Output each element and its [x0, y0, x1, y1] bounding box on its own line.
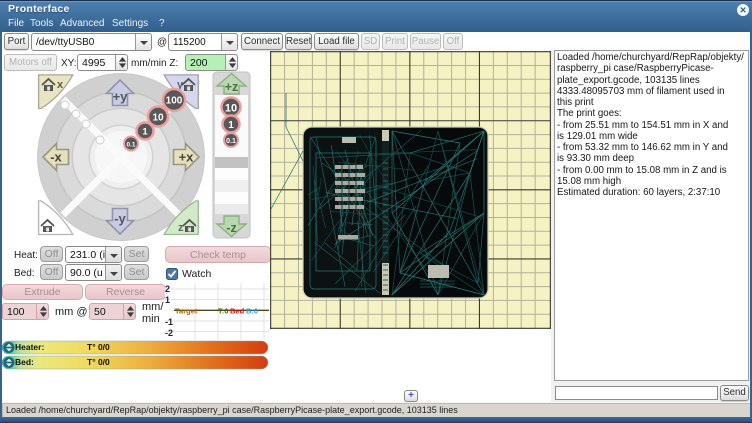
svg-text:T° 0/0: T° 0/0	[87, 342, 110, 352]
svg-text:1: 1	[165, 295, 170, 305]
svg-text:+z: +z	[225, 80, 239, 94]
svg-text:Target: Target	[175, 307, 198, 316]
svg-text:-1: -1	[165, 317, 173, 327]
svg-text:-y: -y	[114, 211, 126, 226]
svg-text:100: 100	[166, 96, 183, 107]
svg-text:1: 1	[142, 127, 148, 138]
svg-text:1: 1	[228, 120, 234, 131]
svg-text:T° 0/0: T° 0/0	[87, 357, 110, 367]
svg-text:-2: -2	[165, 328, 173, 338]
svg-text:Bed:: Bed:	[15, 357, 34, 367]
svg-text:+y: +y	[113, 89, 129, 104]
svg-text:2: 2	[165, 284, 170, 294]
svg-text:+x: +x	[179, 150, 195, 165]
svg-text:B:0: B:0	[246, 307, 258, 316]
svg-text:-x: -x	[50, 150, 62, 165]
svg-text:-z: -z	[226, 221, 236, 235]
svg-text:x: x	[57, 79, 64, 91]
svg-text:z: z	[178, 222, 184, 234]
svg-text:10: 10	[225, 103, 237, 115]
svg-text:10: 10	[152, 113, 164, 124]
svg-text:Bed: Bed	[230, 307, 245, 316]
svg-text:0.1: 0.1	[126, 142, 135, 149]
svg-text:0.1: 0.1	[226, 138, 236, 145]
svg-text:T:0: T:0	[218, 307, 228, 316]
svg-text:Heater:: Heater:	[15, 342, 44, 352]
